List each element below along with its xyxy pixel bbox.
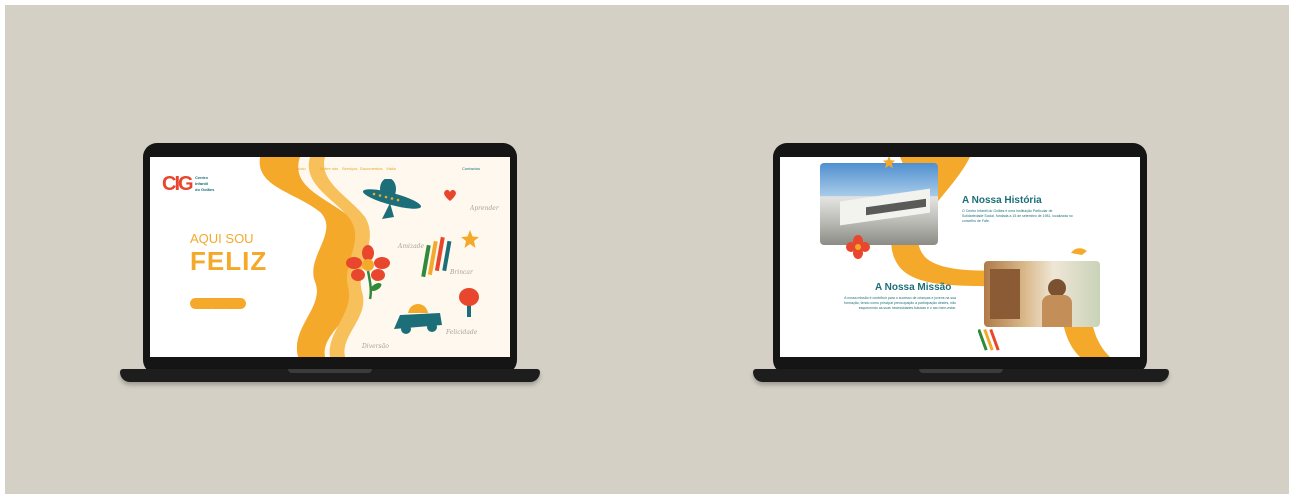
laptop-notch — [919, 369, 1003, 373]
nav-visita[interactable]: Visita — [386, 166, 396, 171]
screen-home: CIG Centro Infantil do Golães Início Sob… — [150, 157, 510, 357]
historia-title: A Nossa História — [962, 195, 1042, 206]
nav-inicio[interactable]: Início — [296, 166, 306, 171]
hero-line-2: FELIZ — [190, 246, 268, 276]
logo-line-2: Infantil — [195, 181, 209, 186]
saber-mais-button[interactable]: saber mais — [190, 298, 246, 312]
logo-line-1: Centro — [195, 175, 208, 180]
logo-letters: CIG — [162, 173, 194, 195]
saber-mais-label: saber mais — [208, 307, 228, 312]
hero-line-1: AQUI SOU — [190, 231, 254, 246]
airplane-icon — [362, 179, 422, 219]
nav-servicos[interactable]: Serviços — [342, 166, 357, 171]
child-playing-photo — [984, 261, 1100, 327]
pencils-icon — [421, 236, 452, 278]
handwriting-brincar: Brincar — [450, 269, 473, 276]
logo-line-3: do Golães — [195, 187, 215, 192]
flower-icon — [846, 235, 870, 259]
screen-about: A Nossa História O Centro Infantil do Go… — [780, 157, 1140, 357]
laptop-about: A Nossa História O Centro Infantil do Go… — [753, 143, 1169, 393]
missao-title: A Nossa Missão — [875, 282, 952, 293]
handwriting-amizade: Amizade — [398, 243, 425, 250]
nav-documentos[interactable]: Documentos — [360, 166, 382, 171]
backdrop: CIG Centro Infantil do Golães Início Sob… — [5, 5, 1289, 494]
shelf — [990, 269, 1020, 319]
building-photo — [820, 163, 938, 245]
flower-icon — [346, 245, 390, 300]
heart-icon — [444, 189, 456, 201]
laptop-notch — [288, 369, 372, 373]
nav-sobre-nos[interactable]: Sobre nós — [320, 166, 338, 171]
logo[interactable]: CIG Centro Infantil do Golães — [162, 171, 222, 199]
tree-icon — [459, 288, 479, 317]
handwriting-diversao: Diversão — [362, 343, 389, 350]
laptop-home: CIG Centro Infantil do Golães Início Sob… — [120, 143, 540, 393]
child-body — [1042, 295, 1072, 327]
star-icon — [461, 230, 479, 248]
bird-icon — [1071, 248, 1087, 255]
handwriting-felicidade: Felicidade — [446, 329, 478, 336]
car-icon — [394, 304, 442, 334]
handwriting-aprender: Aprender — [470, 205, 499, 212]
missao-text: A nossa missão é contribuir para o suces… — [844, 296, 956, 310]
historia-text: O Centro Infantil do Golães é uma Instit… — [962, 209, 1073, 223]
star-icon — [882, 157, 896, 169]
pencils-icon — [978, 328, 1000, 351]
nav-contactos[interactable]: Contactos — [462, 166, 480, 171]
